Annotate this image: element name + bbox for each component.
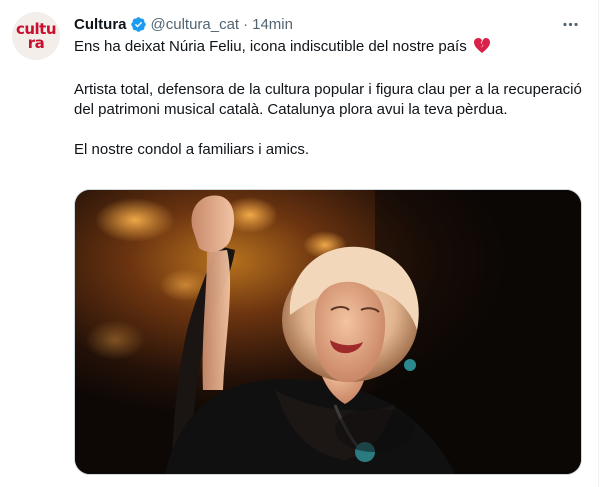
- tweet-card[interactable]: cultu ra Cultura @cultura_cat · 14min En…: [0, 0, 599, 487]
- tweet-text: Ens ha deixat Núria Feliu, icona indiscu…: [74, 37, 584, 180]
- tweet-paragraph-3: El nostre condol a familiars i amics.: [74, 141, 310, 158]
- tweet-photo[interactable]: [74, 189, 582, 475]
- verified-badge-icon: [130, 16, 147, 33]
- tweet-line-1: Ens ha deixat Núria Feliu, icona indiscu…: [74, 38, 467, 55]
- broken-heart-icon: [473, 37, 491, 60]
- more-options-icon[interactable]: [558, 12, 582, 36]
- tweet-paragraph-1: Ens ha deixat Núria Feliu, icona indiscu…: [74, 37, 584, 60]
- display-name[interactable]: Cultura: [74, 16, 127, 33]
- avatar[interactable]: cultu ra: [12, 12, 60, 60]
- separator-dot: ·: [243, 15, 249, 33]
- user-handle[interactable]: @cultura_cat: [151, 16, 240, 33]
- tweet-paragraph-2: Artista total, defensora de la cultura p…: [74, 81, 582, 118]
- avatar-logo-line2: ra: [27, 34, 45, 52]
- tweet-header: Cultura @cultura_cat · 14min: [74, 14, 554, 34]
- timestamp[interactable]: 14min: [252, 16, 293, 33]
